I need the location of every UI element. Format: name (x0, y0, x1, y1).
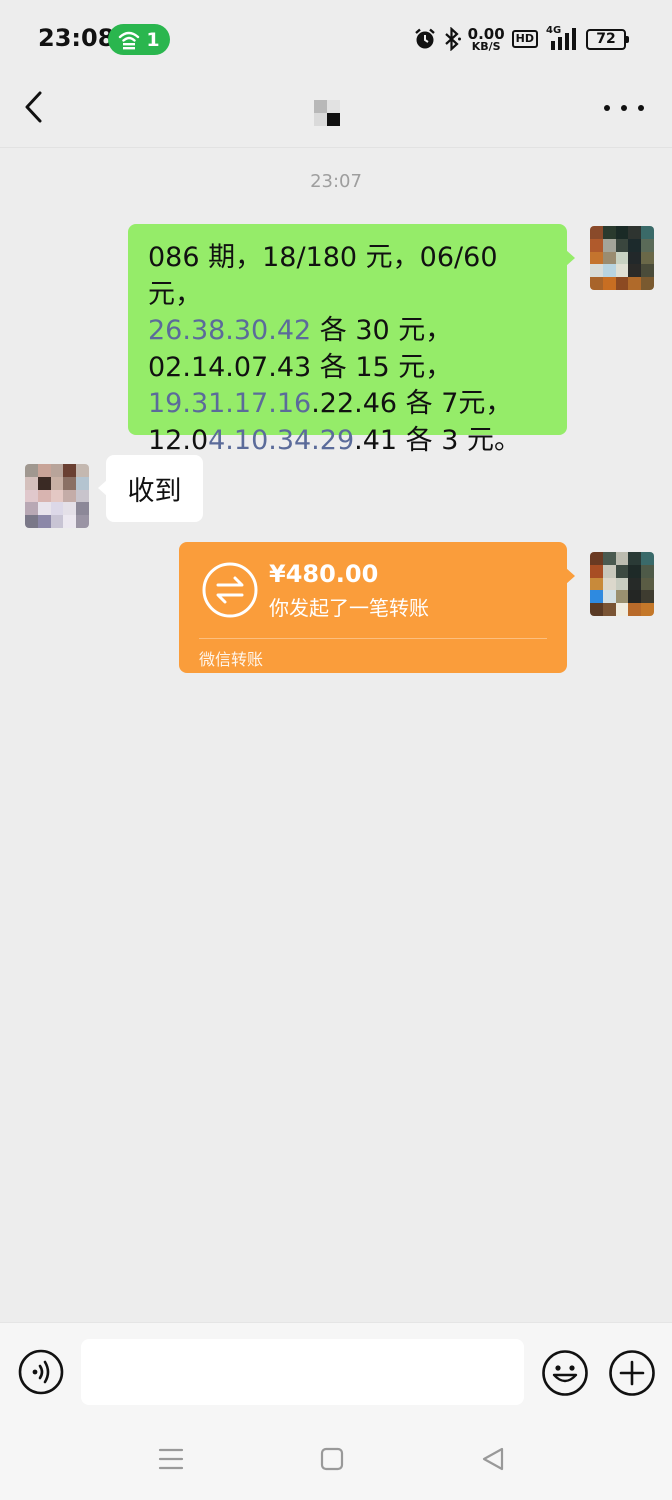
more-dots-icon[interactable] (604, 90, 644, 126)
avatar[interactable] (590, 226, 654, 290)
message-line: 086 期，18/180 元，06/60 元， (148, 242, 498, 310)
contact-title-avatar (314, 100, 340, 126)
transfer-description: 你发起了一笔转账 (269, 596, 429, 620)
message-input[interactable] (81, 1339, 524, 1405)
status-time: 23:08 (38, 24, 115, 52)
signal-icon: 4G (545, 26, 579, 52)
message-line: 19.31.17.16.22.46 各 7元， (148, 388, 513, 419)
number-link[interactable]: 4.10.34.29 (208, 425, 354, 456)
input-bar (0, 1322, 672, 1417)
message-text: 收到 (127, 476, 182, 507)
message-timestamp: 23:07 (310, 171, 362, 192)
transfer-card[interactable]: ¥480.00 你发起了一笔转账 微信转账 (179, 542, 575, 673)
transfer-amount: ¥480.00 (269, 560, 379, 588)
chevron-left-icon[interactable] (18, 90, 54, 126)
hotspot-icon (119, 31, 140, 49)
menu-lines-icon[interactable] (158, 1447, 184, 1471)
number-link[interactable]: 26.38.30.42 (148, 315, 311, 346)
emoji-icon[interactable] (541, 1349, 589, 1397)
hotspot-count: 1 (146, 28, 160, 51)
status-bar: 23:08 1 0.00 KB/S HD 4G 72 (0, 0, 672, 78)
network-speed: 0.00 KB/S (467, 24, 505, 53)
avatar[interactable] (25, 464, 89, 528)
chat-header (0, 78, 672, 148)
battery-indicator: 72 (586, 28, 629, 50)
transfer-label: 微信转账 (199, 650, 264, 669)
number-link[interactable]: 19.31.17.16 (148, 388, 311, 419)
avatar[interactable] (590, 552, 654, 616)
transfer-arrows-icon (202, 562, 258, 618)
divider (199, 638, 547, 639)
hd-badge: HD (511, 30, 538, 48)
message-line: 02.14.07.43 各 15 元， (148, 351, 453, 383)
back-triangle-icon[interactable] (480, 1446, 506, 1472)
sent-message-bubble[interactable]: 086 期，18/180 元，06/60 元， 26.38.30.42 各 30… (128, 224, 575, 456)
voice-icon[interactable] (18, 1349, 64, 1395)
plus-icon[interactable] (608, 1349, 656, 1397)
bluetooth-icon (444, 27, 461, 51)
message-line: 26.38.30.42 各 30 元， (148, 315, 453, 346)
hotspot-badge[interactable]: 1 (108, 24, 170, 55)
alarm-icon (414, 28, 435, 49)
home-square-icon[interactable] (319, 1447, 345, 1471)
status-icons: 0.00 KB/S HD 4G 72 (414, 24, 629, 54)
system-nav-bar (0, 1417, 672, 1500)
received-message-bubble[interactable]: 收到 (98, 455, 203, 522)
message-line: 12.04.10.34.29.41 各 3 元。 (148, 424, 521, 456)
